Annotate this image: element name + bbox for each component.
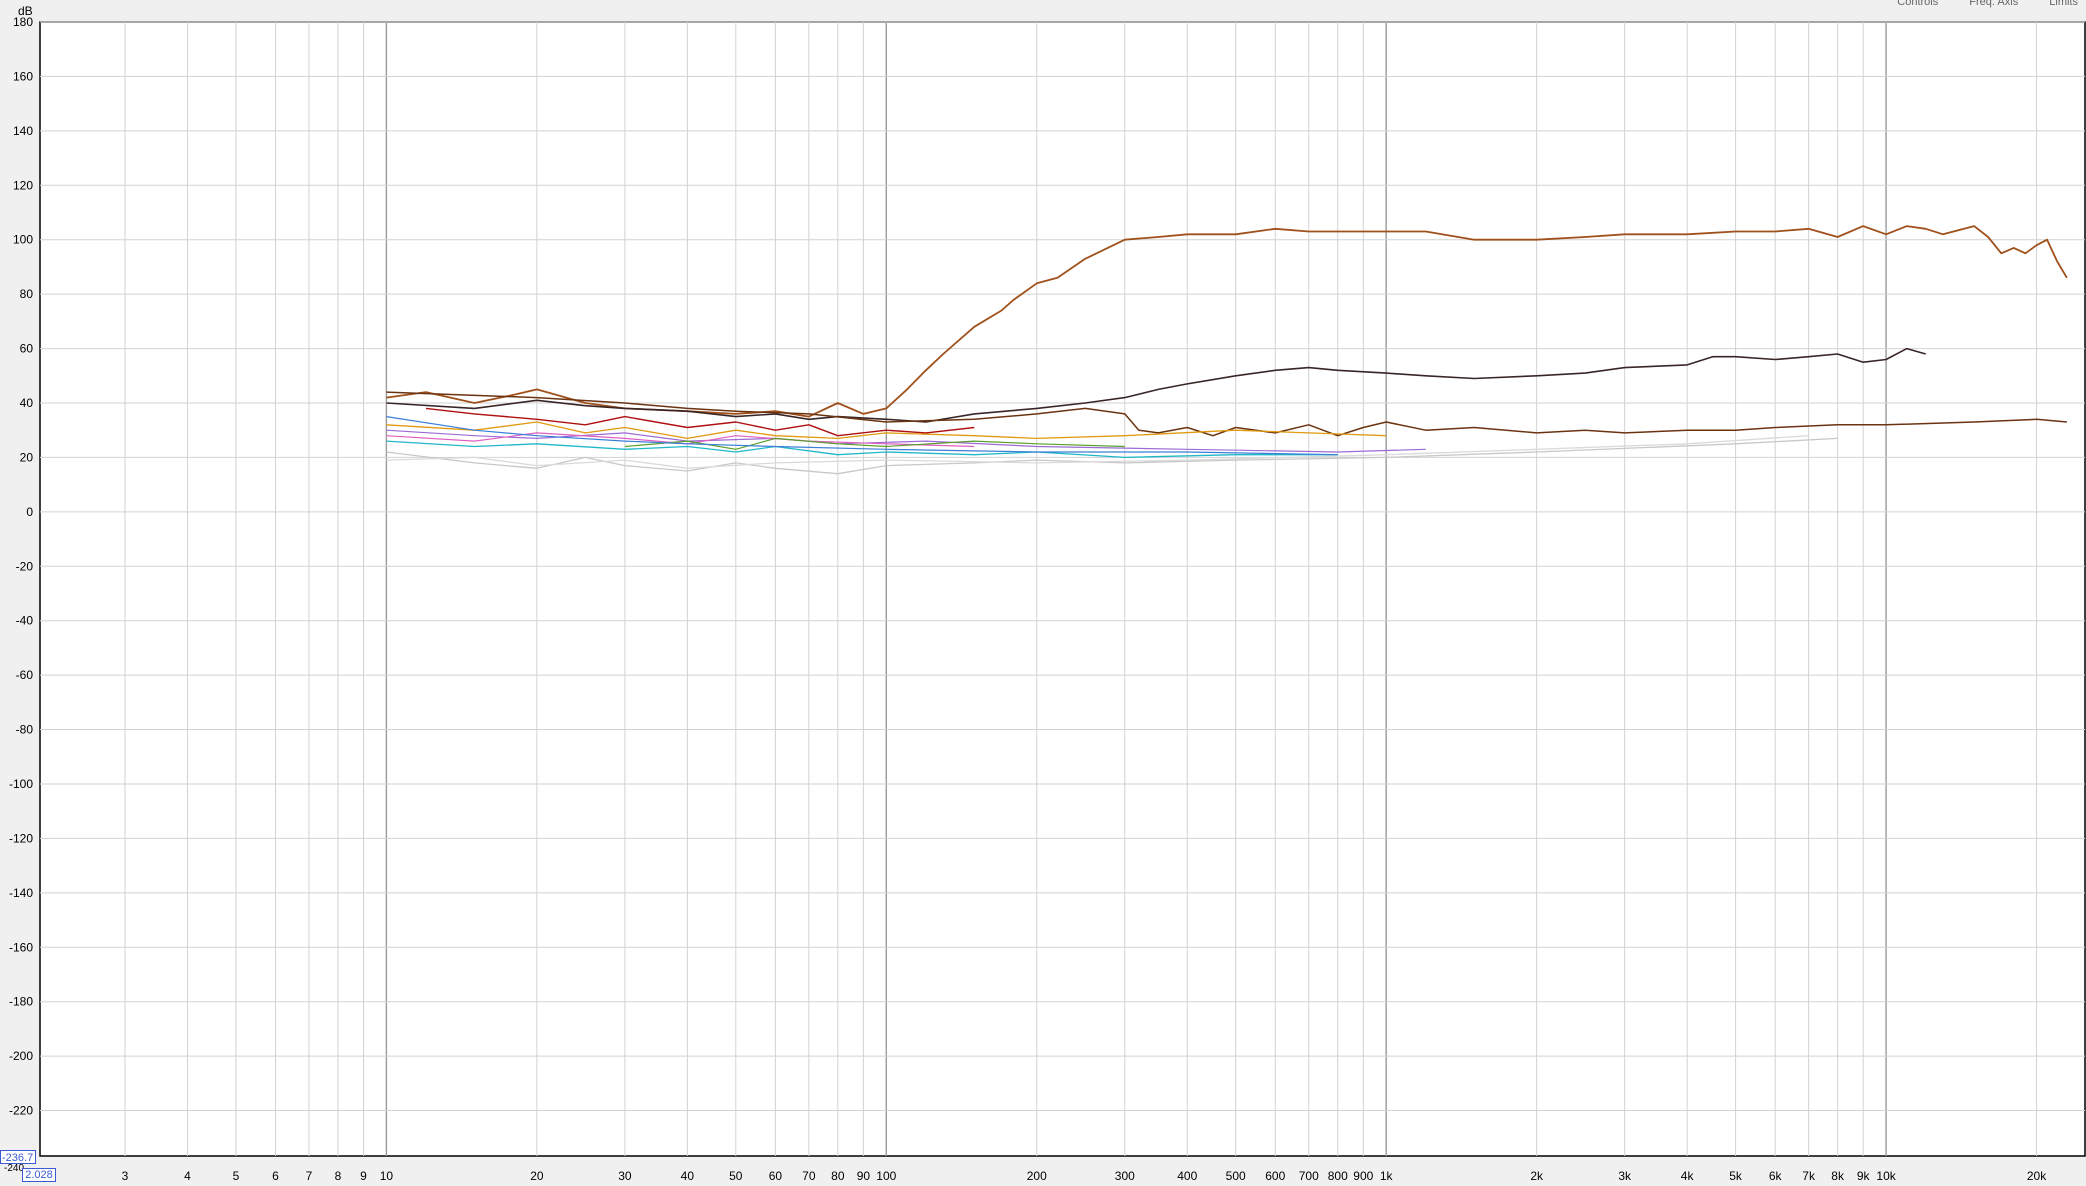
y-tick-label: 20: [20, 450, 34, 464]
x-tick-label: 100: [876, 1169, 896, 1183]
y-tick-label: -80: [16, 723, 34, 737]
y-tick-label: -20: [16, 559, 34, 573]
x-tick-label: 800: [1328, 1169, 1348, 1183]
x-tick-label: 10k: [1876, 1169, 1896, 1183]
x-tick-label: 2k: [1530, 1169, 1544, 1183]
y-tick-label: 140: [13, 124, 33, 138]
y-tick-label: -160: [9, 940, 33, 954]
x-tick-label: 7k: [1802, 1169, 1816, 1183]
y-tick-label: 60: [20, 342, 34, 356]
y-tick-label: -60: [16, 668, 34, 682]
y-gridlines: [40, 21, 2085, 1112]
x-tick-label: 600: [1265, 1169, 1285, 1183]
y-tick-label: 120: [13, 178, 33, 192]
x-tick-label: 60: [769, 1169, 783, 1183]
x-tick-label: 40: [681, 1169, 695, 1183]
x-tick-label: 20k: [2027, 1169, 2047, 1183]
x-tick-label: 6k: [1769, 1169, 1783, 1183]
x-tick-label: 90: [857, 1169, 871, 1183]
y-axis-bottom-label: -240: [4, 1163, 25, 1174]
x-tick-label: 200: [1027, 1169, 1047, 1183]
y-tick-label: -200: [9, 1049, 33, 1063]
frequency-response-chart[interactable]: 180160140120100806040200-20-40-60-80-100…: [0, 0, 2086, 1186]
x-tick-label: 30: [618, 1169, 632, 1183]
y-tick-label: -40: [16, 614, 34, 628]
x-tick-labels: 3 4 5 6 7 8 9 10 20 30 40 50 60 70 80 90 100 200 300 400 500…: [122, 1169, 2048, 1183]
y-axis-unit-label: dB: [18, 4, 33, 18]
y-tick-label: 100: [13, 233, 33, 247]
x-tick-label: 5k: [1729, 1169, 1743, 1183]
x-tick-label: 6: [272, 1169, 279, 1183]
x-tick-label: 80: [831, 1169, 845, 1183]
x-tick-label: 7: [306, 1169, 313, 1183]
y-tick-label: 0: [26, 505, 33, 519]
x-tick-label: 500: [1226, 1169, 1246, 1183]
cursor-y-readout: -236.7: [0, 1150, 36, 1164]
x-tick-label: 3k: [1618, 1169, 1632, 1183]
x-tick-label: 900: [1353, 1169, 1373, 1183]
x-tick-label: 700: [1299, 1169, 1319, 1183]
y-tick-label: 80: [20, 287, 34, 301]
x-tick-label: 400: [1177, 1169, 1197, 1183]
y-tick-label: -120: [9, 831, 33, 845]
y-tick-label: -220: [9, 1104, 33, 1118]
x-tick-label: 8: [335, 1169, 342, 1183]
x-tick-label: 4k: [1681, 1169, 1695, 1183]
x-tick-label: 10: [380, 1169, 394, 1183]
x-tick-label: 70: [802, 1169, 816, 1183]
x-tick-label: 20: [530, 1169, 544, 1183]
x-tick-label: 50: [729, 1169, 743, 1183]
plot-area[interactable]: [39, 21, 2086, 1157]
x-tick-label: 3: [122, 1169, 129, 1183]
y-tick-label: -140: [9, 886, 33, 900]
y-tick-labels: 180160140120100806040200-20-40-60-80-100…: [9, 15, 33, 1118]
y-tick-label: 160: [13, 69, 33, 83]
x-tick-label: 8k: [1831, 1169, 1845, 1183]
x-tick-label: 1k: [1380, 1169, 1394, 1183]
x-tick-label: 5: [233, 1169, 240, 1183]
x-tick-label: 9: [360, 1169, 367, 1183]
y-tick-label: -100: [9, 777, 33, 791]
cursor-x-readout: 2.028: [22, 1168, 56, 1182]
x-tick-label: 9k: [1857, 1169, 1871, 1183]
y-tick-label: 40: [20, 396, 34, 410]
x-tick-label: 4: [184, 1169, 191, 1183]
y-tick-label: -180: [9, 995, 33, 1009]
x-tick-label: 300: [1115, 1169, 1135, 1183]
